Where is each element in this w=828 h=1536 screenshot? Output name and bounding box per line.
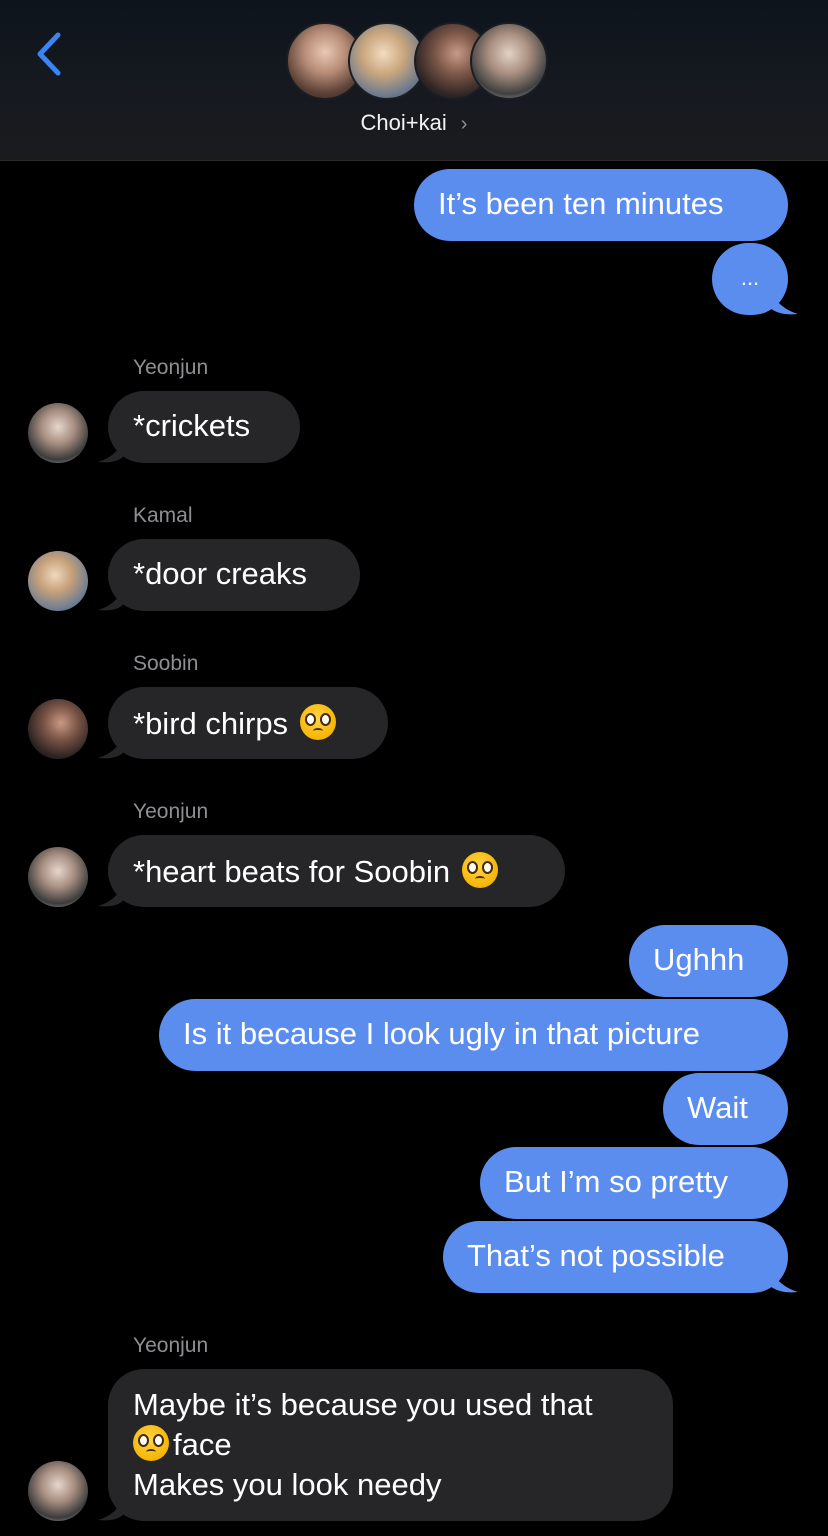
conversation-title[interactable]: Choi+kai ›: [0, 110, 828, 136]
avatar-yeonjun[interactable]: [28, 847, 88, 907]
chevron-right-icon: ›: [460, 113, 468, 135]
message-text: Wait: [687, 1090, 748, 1125]
message-bubble-incoming[interactable]: *crickets: [108, 391, 300, 463]
message-bubble-outgoing[interactable]: Wait: [663, 1073, 788, 1145]
bubble-tail: [98, 1496, 124, 1521]
sender-name: Yeonjun: [133, 1334, 209, 1357]
message-text: It’s been ten minutes: [438, 186, 724, 221]
sender-name: Kamal: [133, 504, 193, 527]
message-text: *heart beats for Soobin: [133, 854, 451, 889]
message-bubble-incoming[interactable]: *door creaks: [108, 539, 360, 611]
bubble-tail: [770, 290, 798, 315]
message-text: But I’m so pretty: [504, 1164, 728, 1199]
message-text: face: [173, 1427, 232, 1462]
message-text: Is it because I look ugly in that pictur…: [183, 1016, 700, 1051]
group-name: Choi+kai: [360, 110, 447, 135]
back-button[interactable]: [26, 28, 70, 80]
bubble-tail: [98, 586, 124, 611]
message-line: Maybe it’s because you used that: [133, 1387, 593, 1422]
sender-name: Soobin: [133, 652, 199, 675]
message-bubble-outgoing[interactable]: Is it because I look ugly in that pictur…: [159, 999, 788, 1071]
conversation-header: Choi+kai ›: [0, 0, 828, 161]
group-avatars[interactable]: [286, 22, 548, 102]
message-bubble-outgoing[interactable]: But I’m so pretty: [480, 1147, 788, 1219]
pleading-face-emoji: [133, 1425, 169, 1461]
message-text: That’s not possible: [467, 1238, 725, 1273]
sender-name: Yeonjun: [133, 800, 209, 823]
avatar-soobin[interactable]: [28, 699, 88, 759]
pleading-face-emoji: [462, 852, 499, 888]
message-bubble-incoming[interactable]: *bird chirps: [108, 687, 388, 759]
message-bubble-outgoing[interactable]: It’s been ten minutes: [414, 169, 788, 241]
message-bubble-outgoing[interactable]: Ughhh: [629, 925, 788, 997]
message-bubble-outgoing[interactable]: That’s not possible: [443, 1221, 788, 1293]
message-text: *bird chirps: [133, 706, 289, 741]
pleading-face-emoji: [300, 704, 337, 740]
bubble-tail: [98, 734, 124, 759]
message-text: ...: [740, 265, 760, 290]
message-bubble-incoming[interactable]: *heart beats for Soobin: [108, 835, 565, 907]
avatar-kamal[interactable]: [28, 551, 88, 611]
bubble-tail: [98, 438, 124, 463]
bubble-tail: [98, 882, 124, 907]
message-text: *crickets: [133, 408, 251, 443]
group-avatar-4: [470, 22, 548, 100]
message-line: face: [133, 1425, 649, 1465]
chevron-left-icon: [37, 32, 61, 76]
bubble-tail: [770, 1268, 798, 1293]
avatar-yeonjun[interactable]: [28, 1461, 88, 1521]
message-line: Makes you look needy: [133, 1467, 442, 1502]
sender-name: Yeonjun: [133, 356, 209, 379]
message-text: *door creaks: [133, 556, 308, 591]
message-text: Ughhh: [653, 942, 745, 977]
avatar-yeonjun[interactable]: [28, 403, 88, 463]
message-bubble-incoming[interactable]: Maybe it’s because you used that face Ma…: [108, 1369, 673, 1521]
